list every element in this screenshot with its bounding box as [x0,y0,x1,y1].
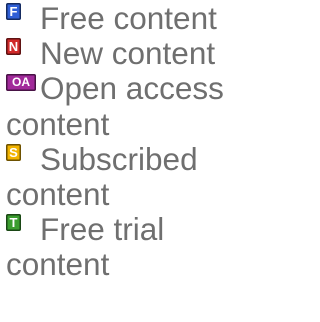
free-trial-badge-icon: T [6,214,21,232]
legend-label-new: New content [40,35,216,72]
legend-item-subscribed: S Subscribed content [6,141,275,211]
free-badge-icon: F [6,3,21,21]
subscribed-badge-icon: S [6,143,21,161]
legend-item-open-access: OA Open access content [6,70,275,140]
legend-item-free: F Free content [6,0,275,35]
open-access-badge-icon: OA [6,73,36,91]
new-badge-icon: N [6,38,21,56]
legend-item-new: N New content [6,35,275,70]
legend-label-free: Free content [40,0,217,37]
legend-label-free-trial: Free trial content [6,211,165,283]
legend-label-subscribed: Subscribed content [6,140,198,213]
content-type-legend: F Free content N New content OA Open access… [0,0,275,322]
legend-item-free-trial: T Free trial content [6,211,275,281]
legend-label-open-access: Open access content [6,70,224,142]
